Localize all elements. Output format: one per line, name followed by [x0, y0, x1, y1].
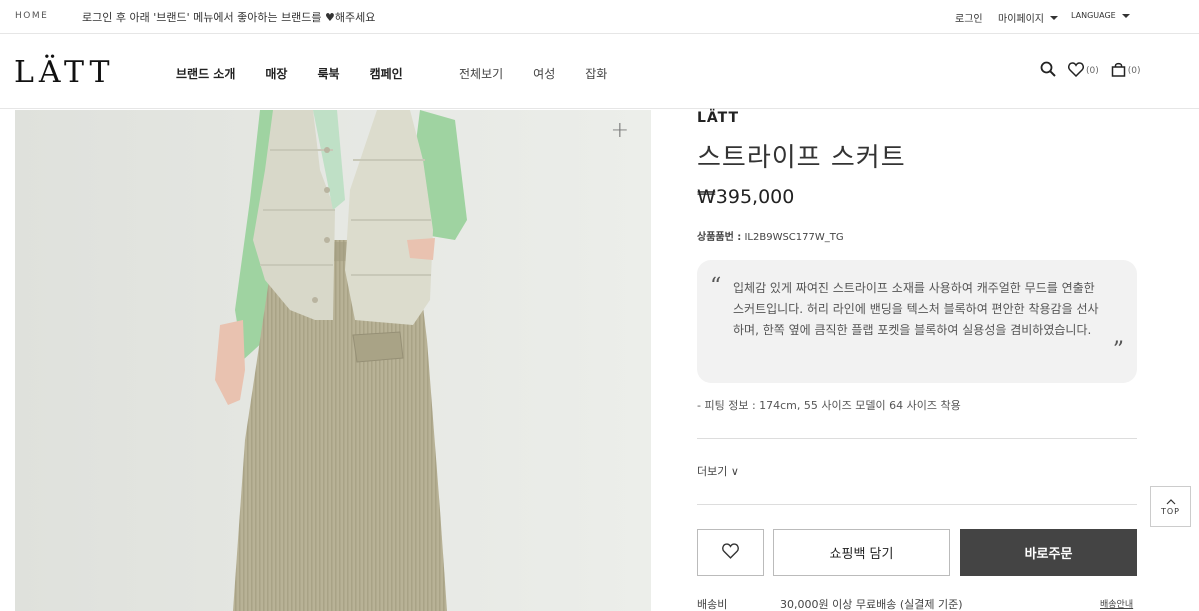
- primary-nav: 브랜드 소개 매장 룩북 캠페인: [176, 65, 403, 82]
- nav-item-store[interactable]: 매장: [265, 65, 287, 82]
- home-link[interactable]: HOME: [15, 11, 48, 21]
- product-brand[interactable]: LÄTT: [697, 110, 739, 126]
- shipping-guide-link[interactable]: 배송안내: [1100, 597, 1133, 610]
- nav-item-women[interactable]: 여성: [533, 65, 555, 82]
- heart-icon: [1068, 61, 1084, 80]
- bag-icon: [1111, 62, 1126, 80]
- wishlist-add-button[interactable]: [697, 529, 764, 576]
- language-menu[interactable]: LANGUAGE: [1071, 11, 1130, 20]
- product-code: 상품품번 : IL2B9WSC177W_TG: [697, 228, 844, 243]
- login-link[interactable]: 로그인: [955, 10, 983, 25]
- product-price: ₩395,000: [697, 186, 795, 208]
- cart-count: (0): [1127, 65, 1141, 76]
- buy-now-button[interactable]: 바로주문: [960, 529, 1137, 576]
- chevron-up-icon: [1166, 498, 1176, 507]
- nav-item-lookbook[interactable]: 룩북: [317, 65, 339, 82]
- product-code-label: 상품품번 :: [697, 232, 742, 243]
- utility-bar: HOME 로그인 후 아래 '브랜드' 메뉴에서 좋아하는 브랜드를 ♥해주세요…: [0, 0, 1199, 34]
- wishlist-count: (0): [1086, 65, 1099, 76]
- category-nav: 전체보기 여성 잡화: [459, 65, 607, 82]
- scroll-top-button[interactable]: TOP: [1150, 486, 1191, 527]
- brand-notice: 로그인 후 아래 '브랜드' 메뉴에서 좋아하는 브랜드를 ♥해주세요: [82, 11, 376, 24]
- scroll-top-label: TOP: [1160, 506, 1180, 516]
- nav-item-accessories[interactable]: 잡화: [585, 65, 607, 82]
- mypage-menu[interactable]: 마이페이지: [998, 10, 1058, 25]
- more-toggle[interactable]: 더보기 ∨: [697, 463, 739, 479]
- zoom-plus-icon[interactable]: +: [611, 118, 629, 143]
- nav-item-all[interactable]: 전체보기: [459, 65, 503, 82]
- description-box: “ 입체감 있게 짜여진 스트라이프 소재를 사용하여 캐주얼한 무드를 연출한…: [697, 260, 1137, 383]
- shipping-value: 30,000원 이상 무료배송 (실결제 기준): [780, 598, 963, 611]
- language-label: LANGUAGE: [1071, 11, 1116, 20]
- add-to-bag-button[interactable]: 쇼핑백 담기: [773, 529, 950, 576]
- description-text: 입체감 있게 짜여진 스트라이프 소재를 사용하여 캐주얼한 무드를 연출한 스…: [733, 281, 1099, 337]
- caret-down-icon: [1050, 15, 1058, 20]
- heart-icon: [722, 542, 739, 563]
- mypage-label: 마이페이지: [998, 14, 1044, 25]
- nav-item-campaign[interactable]: 캠페인: [370, 65, 403, 82]
- product-code-value: IL2B9WSC177W_TG: [744, 232, 844, 243]
- search-icon[interactable]: [1040, 61, 1056, 80]
- quote-open-icon: “: [710, 274, 722, 299]
- caret-down-icon: [1121, 13, 1130, 18]
- divider: [697, 504, 1137, 505]
- cart-button[interactable]: (0): [1111, 62, 1141, 80]
- model-photo: [15, 110, 651, 611]
- header-icons: (0) (0): [1040, 61, 1141, 80]
- product-name: 스트라이프 스커트: [697, 143, 906, 173]
- brand-logo[interactable]: LÄTT: [14, 55, 115, 90]
- divider: [697, 438, 1137, 439]
- fitting-info: - 피팅 정보 : 174cm, 55 사이즈 모델이 64 사이즈 착용: [697, 399, 961, 412]
- quote-close-icon: ”: [1112, 338, 1124, 363]
- wishlist-button[interactable]: (0): [1068, 61, 1099, 80]
- shipping-label: 배송비: [697, 598, 728, 611]
- product-image[interactable]: +: [15, 110, 651, 611]
- main-header: LÄTT 브랜드 소개 매장 룩북 캠페인 전체보기 여성 잡화 (0) (0): [0, 35, 1199, 109]
- nav-item-brand-intro[interactable]: 브랜드 소개: [176, 65, 235, 82]
